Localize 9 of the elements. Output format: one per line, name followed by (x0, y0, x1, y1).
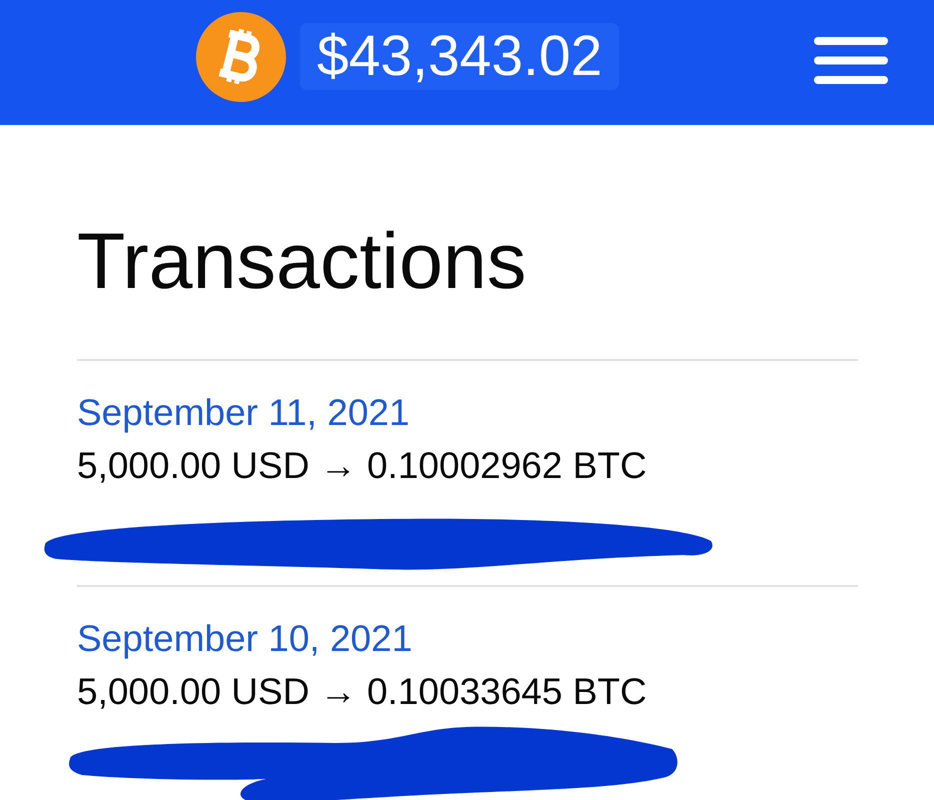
transaction-date-link[interactable]: September 11, 2021 (77, 391, 410, 435)
price-display: $43,343.02 (300, 23, 620, 90)
menu-icon (814, 37, 888, 84)
transaction-date-link[interactable]: September 10, 2021 (77, 617, 412, 661)
menu-button[interactable] (814, 37, 888, 84)
transaction-amount: 5,000.00 USD → 0.10033645 BTC (77, 670, 648, 714)
coin-logo-icon (196, 12, 286, 102)
page-title: Transactions (77, 221, 528, 301)
transaction-amount: 5,000.00 USD → 0.10002962 BTC (77, 444, 648, 488)
